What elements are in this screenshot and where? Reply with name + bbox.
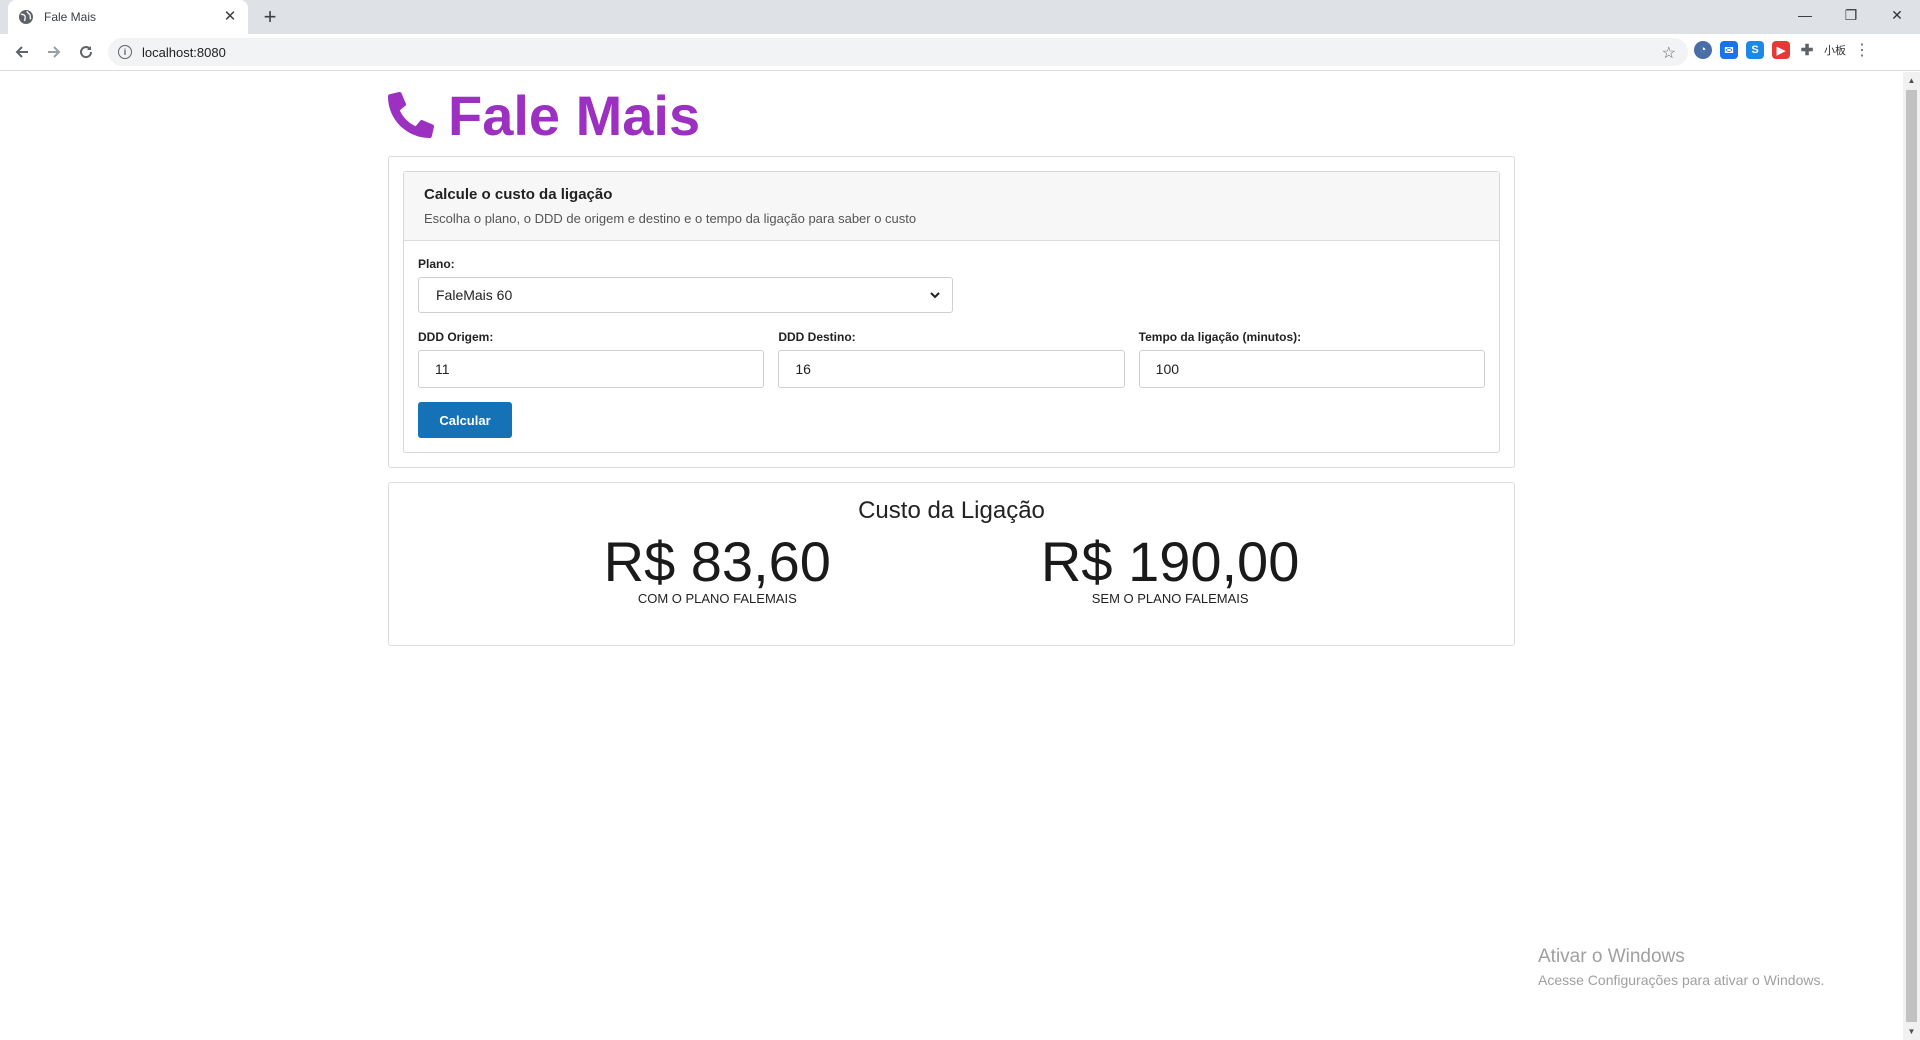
page-title: Fale Mais [448,83,701,147]
address-bar[interactable]: i localhost:8080 ☆ [108,38,1688,66]
reload-icon [80,46,93,59]
scroll-thumb[interactable] [1906,90,1917,1022]
brand-header: Fale Mais [388,78,1515,152]
panel-subtitle: Escolha o plano, o DDD de origem e desti… [424,211,917,226]
plan-selected-value: FaleMais 60 [436,287,513,303]
extension-icon[interactable]: S [1746,41,1764,59]
browser-toolbar: i localhost:8080 ☆ ◔ ✉ S ▶ ✚ 小板 ⋮ [0,34,1920,71]
watermark-subtitle: Acesse Configurações para ativar o Windo… [1538,972,1825,988]
destination-label: DDD Destino: [778,330,856,344]
destination-group: DDD Destino: 16 [778,330,1125,388]
result-card: Custo da Ligação R$ 83,60 COM O PLANO FA… [388,482,1515,646]
page-content: Fale Mais Calcule o custo da ligação Esc… [388,72,1515,646]
scroll-up-icon[interactable]: ▲ [1903,72,1920,89]
with-plan-caption: COM O PLANO FALEMAIS [637,591,797,606]
extension-icon[interactable]: ◔ [1694,41,1712,59]
chevron-down-icon [930,288,940,302]
plan-select[interactable]: FaleMais 60 [418,277,953,313]
browser-tab[interactable]: Fale Mais ✕ [8,0,248,34]
page-scrollbar[interactable]: ▲ ▼ [1903,72,1920,1040]
reload-button[interactable] [74,40,98,64]
destination-ddd-input[interactable]: 16 [778,350,1125,388]
windows-activation-watermark: Ativar o Windows Acesse Configurações pa… [1538,946,1824,988]
result-title: Custo da Ligação [858,497,1045,524]
calculate-button[interactable]: Calcular [418,402,512,438]
new-tab-button[interactable]: + [258,5,282,29]
inputs-row: DDD Origem: 11 DDD Destino: 16 Tempo da … [418,330,1485,388]
extension-icon[interactable]: ✉ [1720,41,1738,59]
with-plan-value: R$ 83,60 [603,530,831,593]
close-window-button[interactable]: ✕ [1874,0,1920,30]
panel-header: Calcule o custo da ligação Escolha o pla… [404,172,1499,241]
close-tab-icon[interactable]: ✕ [222,9,238,25]
watermark-title: Ativar o Windows [1538,946,1685,967]
bookmark-star-icon[interactable]: ☆ [1662,43,1676,63]
arrow-left-icon [15,46,28,58]
menu-icon[interactable]: ⋮ [1854,40,1870,60]
extension-icon[interactable]: ▶ [1772,41,1790,59]
forward-button[interactable] [42,40,66,64]
phone-icon [388,92,434,138]
browser-tab-bar: Fale Mais ✕ + — ❐ ✕ [0,0,1920,34]
globe-icon [18,9,34,25]
origin-group: DDD Origem: 11 [418,330,765,388]
panel-body: Plano: FaleMais 60 DDD Origem: 11 DDD De… [404,241,1499,452]
result-values: R$ 83,60 COM O PLANO FALEMAIS R$ 190,00 … [389,530,1514,607]
scroll-down-icon[interactable]: ▼ [1903,1023,1920,1040]
minimize-button[interactable]: — [1782,0,1828,30]
call-time-input[interactable]: 100 [1138,350,1485,388]
calculator-card: Calcule o custo da ligação Escolha o pla… [388,156,1515,468]
extensions-area: ◔ ✉ S ▶ ✚ 小板 ⋮ [1694,40,1870,60]
window-controls: — ❐ ✕ [1782,0,1920,30]
with-plan-result: R$ 83,60 COM O PLANO FALEMAIS [603,530,831,607]
origin-ddd-input[interactable]: 11 [418,350,765,388]
time-group: Tempo da ligação (minutos): 100 [1138,330,1485,388]
arrow-right-icon [48,46,61,58]
restore-button[interactable]: ❐ [1828,0,1874,30]
panel-title: Calcule o custo da ligação [424,186,613,203]
profile-label[interactable]: 小板 [1824,42,1846,58]
info-icon[interactable]: i [118,45,132,59]
origin-label: DDD Origem: [418,330,494,344]
tab-title: Fale Mais [44,10,97,24]
back-button[interactable] [10,40,34,64]
without-plan-result: R$ 190,00 SEM O PLANO FALEMAIS [1040,530,1300,607]
time-label: Tempo da ligação (minutos): [1138,330,1302,344]
without-plan-value: R$ 190,00 [1040,530,1300,593]
url-text: localhost:8080 [142,44,226,60]
without-plan-caption: SEM O PLANO FALEMAIS [1091,591,1249,606]
puzzle-icon[interactable]: ✚ [1798,41,1816,59]
plan-label: Plano: [418,257,455,271]
calculator-panel: Calcule o custo da ligação Escolha o pla… [403,171,1500,453]
